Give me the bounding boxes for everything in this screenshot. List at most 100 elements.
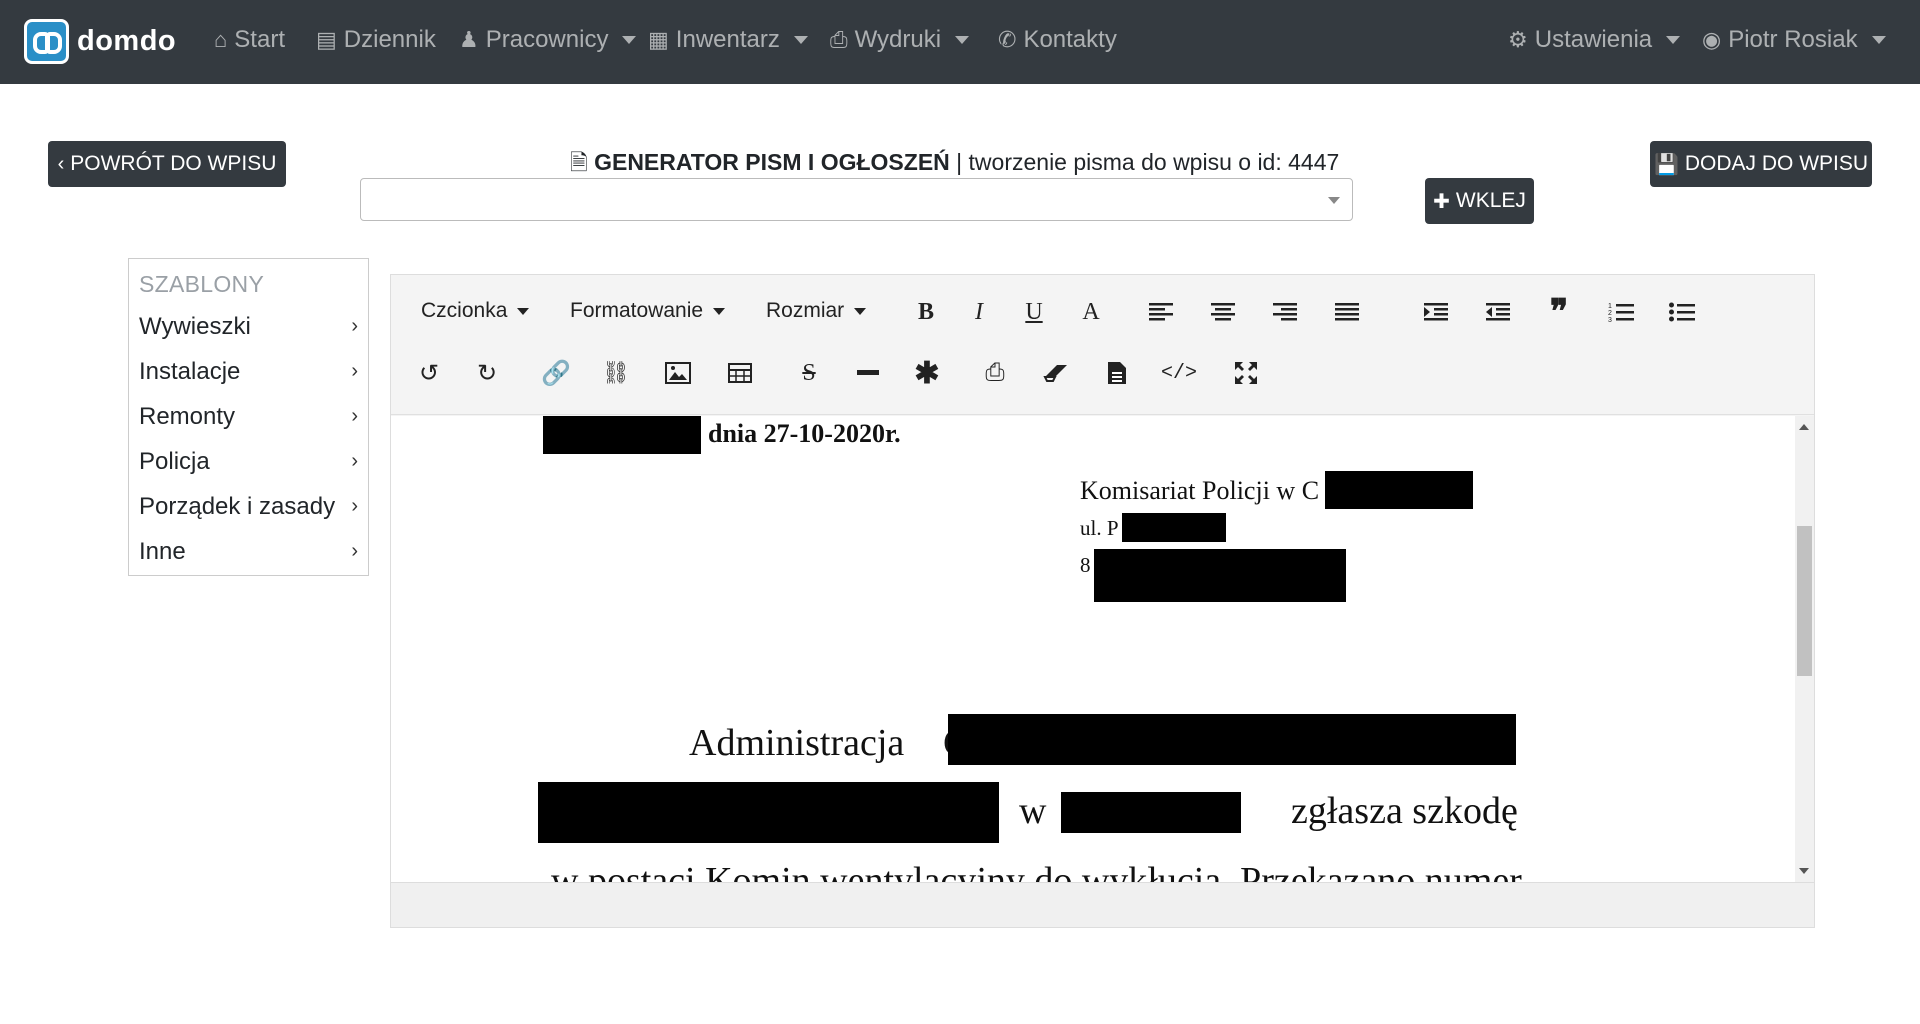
special-char-icon[interactable]: ✱ xyxy=(907,353,947,393)
print-icon: ⎙ xyxy=(830,27,848,52)
editor-scrollbar[interactable] xyxy=(1795,416,1814,882)
templates-sidebar: SZABLONY Wywieszki › Instalacje › Remont… xyxy=(128,258,369,576)
building-icon: ▦ xyxy=(648,27,669,52)
table-icon[interactable] xyxy=(720,353,760,393)
template-select[interactable] xyxy=(360,178,1353,221)
align-center-icon[interactable] xyxy=(1203,292,1243,332)
redo-icon[interactable]: ↻ xyxy=(467,353,507,393)
chevron-right-icon: › xyxy=(351,315,358,337)
indent-icon[interactable] xyxy=(1416,292,1456,332)
outdent-icon[interactable] xyxy=(1478,292,1518,332)
user-circle-icon: ◉ xyxy=(1702,27,1722,52)
redaction-block xyxy=(543,416,701,454)
undo-icon[interactable]: ↺ xyxy=(409,353,449,393)
format-dropdown[interactable]: Formatowanie xyxy=(570,299,726,323)
home-icon: ⌂ xyxy=(214,27,228,52)
nav-user[interactable]: ◉ Piotr Rosiak xyxy=(1702,26,1886,54)
redaction-block xyxy=(1061,792,1241,833)
scrollbar-thumb[interactable] xyxy=(1797,526,1812,676)
nav-ustawienia[interactable]: ⚙ Ustawienia xyxy=(1508,26,1681,54)
font-dropdown[interactable]: Czcionka xyxy=(421,299,530,323)
body-line-3: w postaci Komin wentylacyjny do wykłucia… xyxy=(551,860,1522,882)
size-dropdown[interactable]: Rozmiar xyxy=(766,299,867,323)
unlink-icon[interactable]: ⛓ xyxy=(596,353,636,393)
body-line-1-start: Administracja xyxy=(689,722,905,764)
ordered-list-icon[interactable]: 123 xyxy=(1601,292,1641,332)
addressee-line-3: 8 xyxy=(1080,553,1091,577)
back-to-entry-label: POWRÓT DO WPISU xyxy=(70,152,277,175)
blockquote-icon[interactable]: ❞ xyxy=(1539,292,1579,332)
templates-heading: SZABLONY xyxy=(139,271,265,297)
editor-content-area[interactable]: dnia 27-10-2020r. Komisariat Policji w C… xyxy=(391,416,1795,882)
nav-wydruki[interactable]: ⎙ Wydruki xyxy=(830,26,970,54)
redaction-block xyxy=(1094,549,1346,602)
align-left-icon[interactable] xyxy=(1141,292,1181,332)
align-justify-icon[interactable] xyxy=(1327,292,1367,332)
nav-kontakty-label: Kontakty xyxy=(1023,26,1117,53)
eraser-icon[interactable] xyxy=(1036,353,1076,393)
nav-inwentarz-label: Inwentarz xyxy=(675,26,780,53)
file-icon: 🗎 xyxy=(570,150,588,175)
sidebar-item-remonty[interactable]: Remonty › xyxy=(129,394,368,439)
chevron-down-icon xyxy=(793,36,808,44)
fullscreen-icon[interactable] xyxy=(1226,353,1266,393)
chevron-right-icon: › xyxy=(351,495,358,517)
top-navbar: domdo ⌂ Start ▤ Dziennik ♟ Pracownicy ▦ … xyxy=(0,0,1920,84)
link-icon[interactable]: 🔗 xyxy=(536,353,576,393)
nav-inwentarz[interactable]: ▦ Inwentarz xyxy=(648,26,808,54)
nav-kontakty[interactable]: ✆ Kontakty xyxy=(998,26,1117,54)
chevron-right-icon: › xyxy=(351,360,358,382)
image-icon[interactable] xyxy=(658,353,698,393)
phone-icon: ✆ xyxy=(998,27,1017,52)
svg-text:1: 1 xyxy=(1608,303,1612,310)
font-dropdown-label: Czcionka xyxy=(421,299,508,322)
plus-icon: ✚ xyxy=(1433,190,1450,213)
sidebar-item-instalacje[interactable]: Instalacje › xyxy=(129,349,368,394)
document-date: dnia 27-10-2020r. xyxy=(708,419,901,448)
addressee-line-2: ul. P xyxy=(1080,516,1119,540)
chevron-down-icon xyxy=(854,307,867,315)
sidebar-item-wywieszki[interactable]: Wywieszki › xyxy=(129,304,368,349)
sidebar-item-porzadek[interactable]: Porządek i zasady › xyxy=(129,484,368,529)
paste-button[interactable]: ✚ WKLEJ xyxy=(1425,178,1534,224)
domdo-logo-icon xyxy=(24,19,69,64)
back-to-entry-button[interactable]: ‹ POWRÓT DO WPISU xyxy=(48,141,286,187)
addressee-line-1: Komisariat Policji w C xyxy=(1080,476,1320,505)
sidebar-item-inne[interactable]: Inne › xyxy=(129,529,368,574)
sidebar-item-label: Remonty xyxy=(139,403,236,430)
chevron-down-icon xyxy=(955,36,970,44)
chevron-down-icon xyxy=(713,307,726,315)
svg-text:3: 3 xyxy=(1608,317,1612,323)
italic-icon[interactable]: I xyxy=(959,292,999,332)
nav-start-label: Start xyxy=(234,26,285,53)
unordered-list-icon[interactable] xyxy=(1662,292,1702,332)
chevron-down-icon xyxy=(1328,197,1340,204)
paste-label: WKLEJ xyxy=(1455,189,1526,212)
source-code-icon[interactable]: </> xyxy=(1159,353,1199,393)
sidebar-item-policja[interactable]: Policja › xyxy=(129,439,368,484)
scroll-up-icon[interactable] xyxy=(1799,424,1809,430)
horizontal-rule-icon[interactable] xyxy=(848,353,888,393)
bold-icon[interactable]: B xyxy=(906,292,946,332)
align-right-icon[interactable] xyxy=(1265,292,1305,332)
underline-icon[interactable]: U xyxy=(1014,292,1054,332)
nav-start[interactable]: ⌂ Start xyxy=(214,26,285,54)
add-to-entry-button[interactable]: 💾 DODAJ DO WPISU xyxy=(1650,141,1872,187)
brand-link[interactable]: domdo xyxy=(24,19,176,64)
add-to-entry-label: DODAJ DO WPISU xyxy=(1684,152,1869,175)
text-color-icon[interactable]: A xyxy=(1071,292,1111,332)
chevron-left-icon: ‹ xyxy=(57,152,65,175)
redaction-block xyxy=(1325,471,1473,509)
nav-pracownicy[interactable]: ♟ Pracownicy xyxy=(459,26,637,54)
editor-statusbar xyxy=(391,882,1814,927)
strikethrough-icon[interactable]: S xyxy=(789,353,829,393)
scroll-down-icon[interactable] xyxy=(1799,868,1809,874)
nav-dziennik-label: Dziennik xyxy=(343,26,436,53)
nav-pracownicy-label: Pracownicy xyxy=(485,26,609,53)
nav-dziennik[interactable]: ▤ Dziennik xyxy=(316,26,436,54)
document-icon[interactable] xyxy=(1097,353,1137,393)
print-icon[interactable]: ⎙ xyxy=(975,353,1015,393)
sidebar-item-label: Inne xyxy=(139,538,186,565)
chevron-down-icon xyxy=(1666,36,1681,44)
nav-wydruki-label: Wydruki xyxy=(854,26,942,53)
